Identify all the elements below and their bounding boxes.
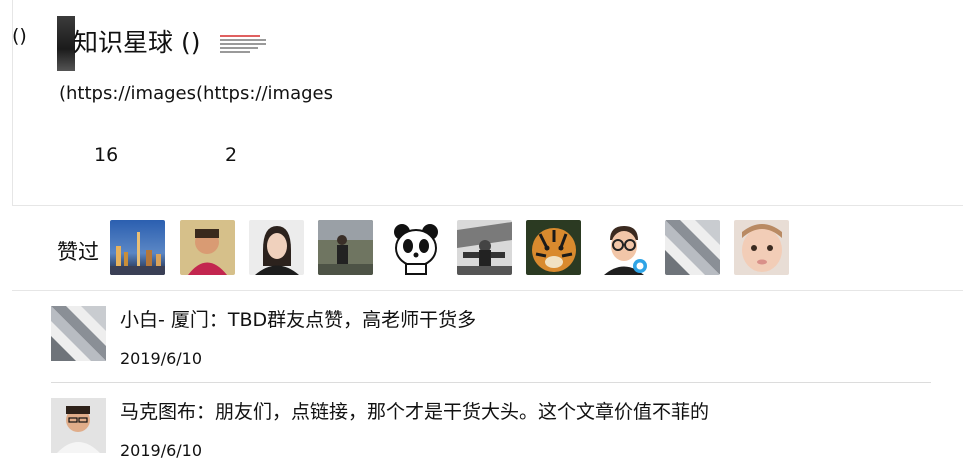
tiny-preview-image: [220, 35, 266, 55]
liker-avatar-woman[interactable]: [249, 220, 304, 275]
liker-avatar-panda[interactable]: [388, 220, 443, 275]
divider: [12, 205, 963, 206]
comment-text: 小白- 厦门：TBD群友点赞，高老师干货多: [120, 309, 477, 331]
comment-date: 2019/6/10: [120, 349, 203, 368]
liker-avatar-tiger[interactable]: [526, 220, 581, 275]
like-count: 16: [94, 144, 119, 166]
comment-date: 2019/6/10: [120, 441, 203, 460]
divider: [12, 290, 963, 291]
likes-label: 赞过: [57, 240, 99, 264]
image-link-1[interactable]: (https://images: [59, 82, 196, 106]
image-link-2[interactable]: (https://images: [196, 82, 334, 106]
left-paren-text: (): [12, 25, 27, 47]
liker-avatar-city[interactable]: [110, 220, 165, 275]
post-title[interactable]: 知识星球 (): [73, 27, 200, 59]
liker-avatar-outdoor[interactable]: [318, 220, 373, 275]
liker-avatar-laptop[interactable]: [665, 220, 720, 275]
divider: [51, 382, 931, 383]
comment-count: 2: [225, 144, 238, 166]
commenter-avatar[interactable]: [51, 306, 106, 361]
commenter-avatar[interactable]: [51, 398, 106, 453]
liker-avatar-man[interactable]: [180, 220, 235, 275]
liker-avatar-baby[interactable]: [734, 220, 789, 275]
comment-text: 马克图布：朋友们，点链接，那个才是干货大头。这个文章价值不菲的: [120, 401, 710, 423]
liker-avatar-cartoon[interactable]: [596, 220, 651, 275]
liker-avatar-cafe[interactable]: [457, 220, 512, 275]
link-row: (https://images(https://images: [59, 82, 334, 106]
